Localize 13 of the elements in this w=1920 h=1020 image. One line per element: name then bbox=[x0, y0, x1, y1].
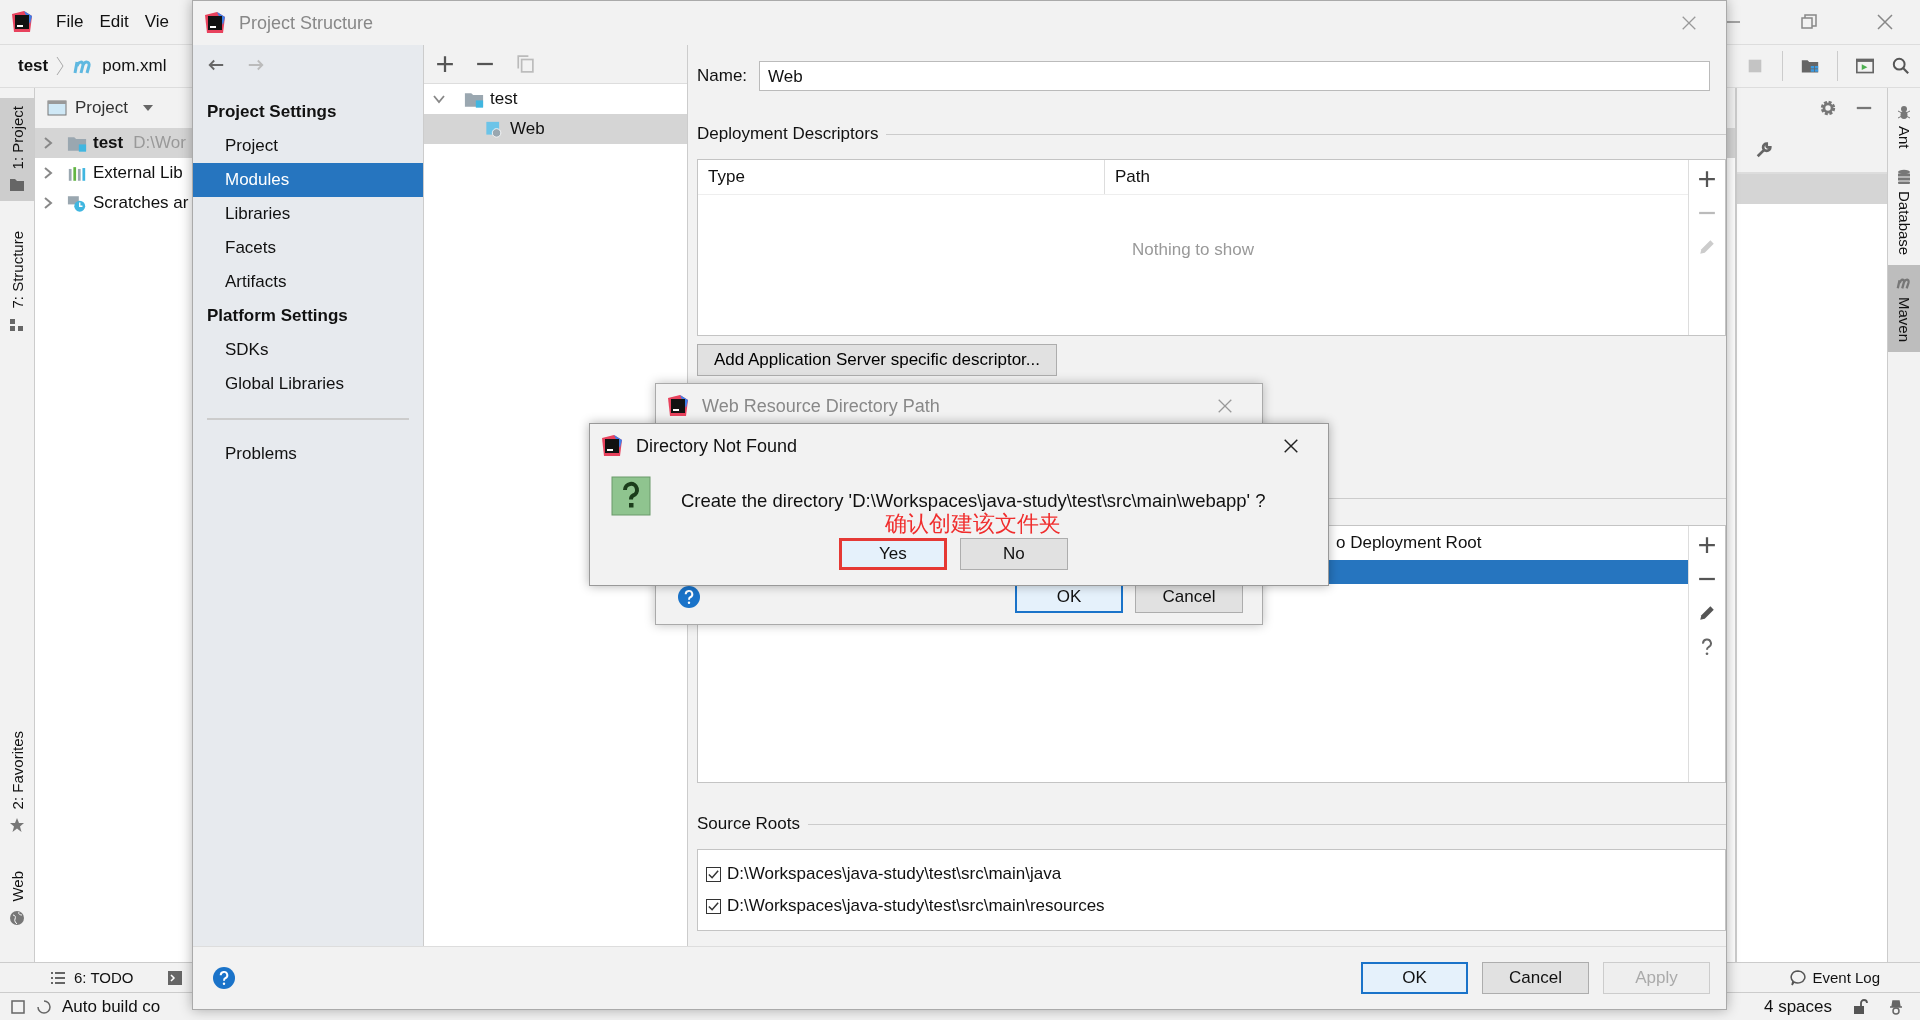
section-heading: Project Settings bbox=[206, 101, 338, 123]
dialog-message: Create the directory 'D:\Workspaces\java-study\test\src\main\webapp' ? bbox=[681, 490, 1266, 512]
section-heading: Platform Settings bbox=[206, 305, 349, 327]
empty-message: Nothing to show bbox=[1132, 240, 1254, 260]
source-root-path: D:\Workspaces\java-study\test\src\main\java bbox=[727, 864, 1062, 884]
annotation-text: 确认创建该文件夹 bbox=[885, 512, 1062, 536]
window-title: Project Structure bbox=[239, 12, 374, 34]
source-root-path: D:\Workspaces\java-study\test\src\main\resources bbox=[727, 896, 1105, 916]
field-label: Name: bbox=[697, 66, 748, 86]
section-title: Deployment Descriptors bbox=[697, 124, 879, 144]
window-title: Web Resource Directory Path bbox=[702, 395, 940, 417]
window-title: Directory Not Found bbox=[636, 435, 798, 457]
section-title: Source Roots bbox=[697, 814, 800, 834]
